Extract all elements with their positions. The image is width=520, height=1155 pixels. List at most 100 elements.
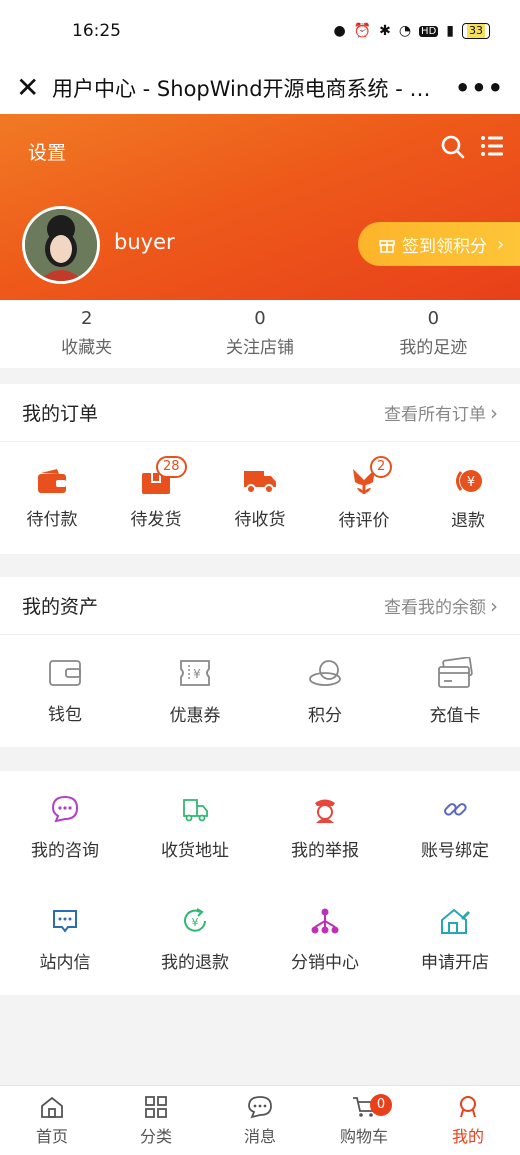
link-icon <box>444 802 467 816</box>
category-icon <box>145 1095 167 1118</box>
tab-cart[interactable]: 0 购物车 <box>312 1086 416 1155</box>
asset-label: 钱包 <box>48 704 82 725</box>
card-icon <box>438 656 473 688</box>
order-pending-shipment[interactable]: 28 待发货 <box>104 442 208 554</box>
asset-label: 充值卡 <box>429 705 481 726</box>
service-label: 申请开店 <box>421 952 489 973</box>
order-refund[interactable]: ¥ 退款 <box>416 442 520 554</box>
wifi-icon: ◔ <box>398 23 412 39</box>
alarm-icon: ⏰ <box>353 23 372 39</box>
service-my-refunds[interactable]: ¥ 我的退款 <box>130 883 260 995</box>
stat-label: 我的足迹 <box>399 338 468 358</box>
avatar[interactable] <box>22 206 100 284</box>
asset-label: 积分 <box>308 705 342 726</box>
gift-icon <box>379 240 395 253</box>
delivery-icon <box>183 798 208 821</box>
stat-footprints[interactable]: 0 我的足迹 <box>347 300 520 368</box>
bottom-tab-bar: 首页 分类 消息 0 购物车 我的 <box>0 1085 520 1155</box>
service-my-inquiries[interactable]: 我的咨询 <box>0 771 130 883</box>
service-label: 我的退款 <box>161 952 229 973</box>
service-my-reports[interactable]: 我的举报 <box>260 771 390 883</box>
search-icon[interactable] <box>440 134 466 160</box>
asset-recharge-card[interactable]: 充值卡 <box>390 635 520 747</box>
service-open-shop[interactable]: 申请开店 <box>390 883 520 995</box>
service-account-binding[interactable]: 账号绑定 <box>390 771 520 883</box>
svg-text:¥: ¥ <box>192 916 199 929</box>
avatar-image <box>25 209 97 281</box>
order-status-row: 待付款 28 待发货 待收货 2 待评价 ¥ 退款 <box>0 442 520 554</box>
truck-icon <box>244 470 276 494</box>
asset-label: 优惠券 <box>169 705 221 726</box>
stat-number: 2 <box>80 308 93 329</box>
chevron-right-icon: › <box>497 233 505 255</box>
coins-icon <box>309 659 341 686</box>
title-bar: ✕ 用户中心 - ShopWind开源电商系统 - 专业... ••• <box>0 62 520 114</box>
bluetooth-icon: ✱ <box>379 23 391 39</box>
service-label: 账号绑定 <box>421 840 489 861</box>
order-label: 退款 <box>451 510 485 531</box>
status-icons: ● ⏰ ✱ ◔ HD ▮ 33 <box>333 23 490 39</box>
stat-followed-shops[interactable]: 0 关注店铺 <box>173 300 346 368</box>
service-label: 分销中心 <box>291 952 359 973</box>
section-title: 我的订单 <box>22 403 99 425</box>
stats-row: 2 收藏夹 0 关注店铺 0 我的足迹 <box>0 300 520 368</box>
tab-label: 购物车 <box>339 1126 388 1146</box>
order-pending-review[interactable]: 2 待评价 <box>312 442 416 554</box>
assets-card: 我的资产 查看我的余额 › 钱包 ¥ 优惠券 积分 充值卡 <box>0 577 520 747</box>
chat-icon <box>51 795 79 822</box>
orders-header: 我的订单 查看所有订单 › <box>0 384 520 442</box>
coupon-icon: ¥ <box>180 659 210 686</box>
message-bubble-icon <box>248 1095 272 1118</box>
view-balance-link[interactable]: 查看我的余额 › <box>384 593 498 619</box>
assets-row: 钱包 ¥ 优惠券 积分 充值卡 <box>0 635 520 747</box>
more-icon[interactable]: ••• <box>455 74 504 102</box>
stat-number: 0 <box>254 308 266 329</box>
tab-category[interactable]: 分类 <box>104 1086 208 1155</box>
tab-mine[interactable]: 我的 <box>416 1086 520 1155</box>
asset-coupon[interactable]: ¥ 优惠券 <box>130 635 260 747</box>
orders-card: 我的订单 查看所有订单 › 待付款 28 待发货 待收货 2 待评价 ¥ 退款 <box>0 384 520 554</box>
home-icon <box>41 1096 63 1118</box>
tab-home[interactable]: 首页 <box>0 1086 104 1155</box>
status-bar: 16:25 ● ⏰ ✱ ◔ HD ▮ 33 <box>0 0 520 62</box>
battery-icon: 33 <box>462 23 490 39</box>
username[interactable]: buyer <box>114 230 175 254</box>
close-icon[interactable]: ✕ <box>16 74 52 102</box>
asset-wallet[interactable]: 钱包 <box>0 635 130 747</box>
user-icon <box>460 1095 476 1117</box>
list-icon[interactable] <box>480 134 504 158</box>
stat-label: 关注店铺 <box>225 338 294 358</box>
tab-messages[interactable]: 消息 <box>208 1086 312 1155</box>
refund-icon: ¥ <box>456 469 482 492</box>
assets-header: 我的资产 查看我的余额 › <box>0 577 520 635</box>
network-icon <box>311 908 339 933</box>
order-label: 待收货 <box>234 509 286 530</box>
wallet-outline-icon <box>49 659 81 686</box>
service-addresses[interactable]: 收货地址 <box>130 771 260 883</box>
stat-favorites[interactable]: 2 收藏夹 <box>0 300 173 368</box>
view-all-orders-link[interactable]: 查看所有订单 › <box>384 400 498 426</box>
tab-label: 我的 <box>451 1126 484 1146</box>
service-distribution-center[interactable]: 分销中心 <box>260 883 390 995</box>
asset-points[interactable]: 积分 <box>260 635 390 747</box>
service-inbox[interactable]: 站内信 <box>0 883 130 995</box>
stat-label: 收藏夹 <box>61 338 113 358</box>
order-pending-payment[interactable]: 待付款 <box>0 442 104 554</box>
page-title: 用户中心 - ShopWind开源电商系统 - 专业... <box>52 77 447 101</box>
checkin-button[interactable]: 签到领积分 › <box>358 222 520 266</box>
order-label: 待评价 <box>338 510 390 531</box>
settings-link[interactable]: 设置 <box>28 138 66 165</box>
section-title: 我的资产 <box>22 596 99 618</box>
order-badge: 28 <box>156 456 187 478</box>
chevron-right-icon: › <box>490 593 498 618</box>
services-grid: 我的咨询 收货地址 我的举报 账号绑定 站内信 ¥ 我的退款 分销中心 申请开店 <box>0 771 520 995</box>
cart-badge: 0 <box>370 1094 392 1116</box>
tab-label: 分类 <box>139 1126 172 1146</box>
wallet-icon <box>38 468 66 493</box>
service-label: 站内信 <box>39 952 91 973</box>
service-label: 收货地址 <box>161 840 229 861</box>
signal-icon: ▮ <box>446 23 454 39</box>
tab-label: 首页 <box>35 1126 68 1146</box>
order-pending-receipt[interactable]: 待收货 <box>208 442 312 554</box>
services-card: 我的咨询 收货地址 我的举报 账号绑定 站内信 ¥ 我的退款 分销中心 申请开店 <box>0 771 520 995</box>
